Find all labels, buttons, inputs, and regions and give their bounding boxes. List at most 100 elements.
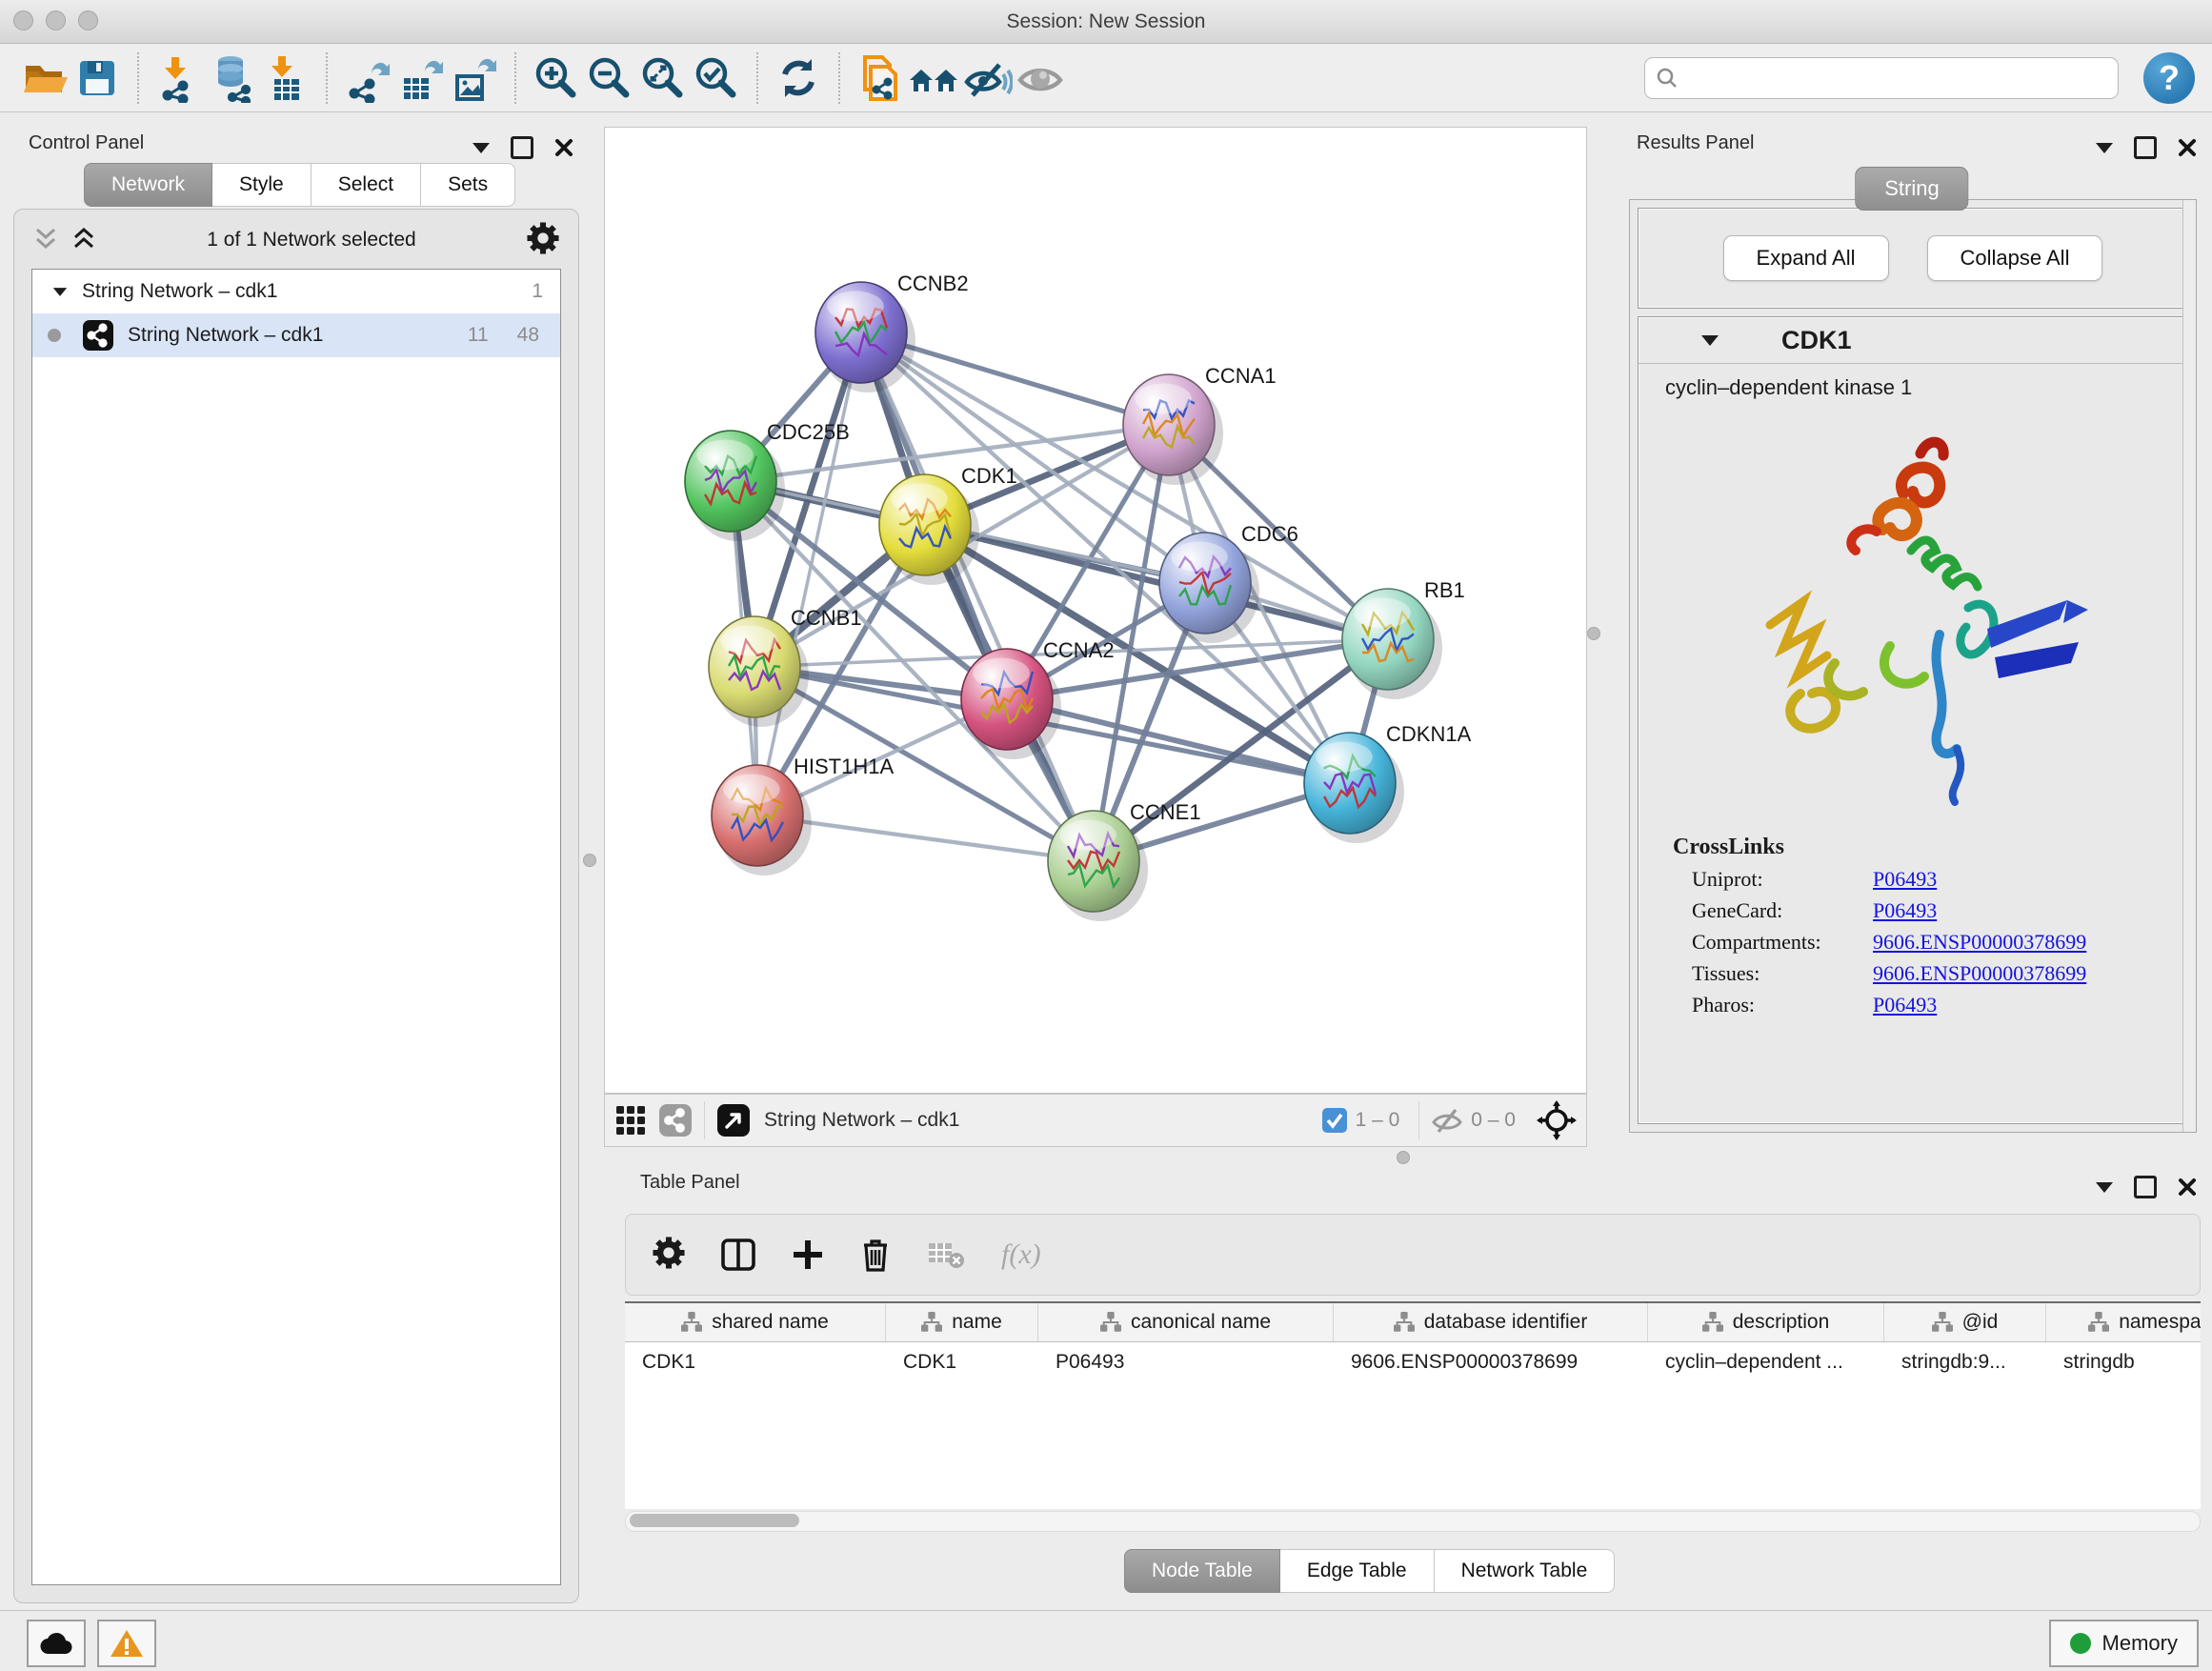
network-options-gear-icon[interactable] (527, 222, 559, 259)
bottom-splitter-handle[interactable] (1397, 1151, 1410, 1164)
hidden-eye-icon[interactable] (1431, 1106, 1463, 1135)
memory-status-dot (2070, 1633, 2091, 1654)
results-tab-string[interactable]: String (1855, 167, 1968, 211)
column-header-name[interactable]: name (886, 1303, 1038, 1341)
tab-sets[interactable]: Sets (421, 163, 515, 207)
network-canvas[interactable]: CCNB2CCNA1CDC25BCDK1CDC6RB1CCNB1CCNA2CDK… (604, 127, 1587, 1094)
table-horizontal-scrollbar[interactable] (625, 1511, 2201, 1532)
panel-menu-icon[interactable] (473, 143, 490, 153)
column-header-shared-name[interactable]: shared name (625, 1303, 886, 1341)
crosslink-link[interactable]: 9606.ENSP00000378699 (1873, 930, 2086, 955)
network-node-CCNA1[interactable]: CCNA1 (1123, 364, 1277, 485)
close-panel-icon[interactable] (554, 138, 573, 157)
network-node-CDC6[interactable]: CDC6 (1159, 522, 1298, 643)
network-share-view-icon[interactable] (658, 1103, 693, 1137)
network-node-CCNB1[interactable]: CCNB1 (709, 606, 862, 727)
show-columns-icon[interactable] (721, 1238, 755, 1271)
column-header-@id[interactable]: @id (1884, 1303, 2046, 1341)
export-image-button[interactable] (448, 51, 501, 105)
memory-button[interactable]: Memory (2049, 1620, 2199, 1667)
expand-all-button[interactable]: Expand All (1723, 235, 1889, 281)
table-cell[interactable]: 9606.ENSP00000378699 (1334, 1342, 1648, 1382)
entry-collapse-icon[interactable] (1701, 335, 1719, 346)
import-network-file-button[interactable] (152, 51, 206, 105)
tab-style[interactable]: Style (212, 163, 312, 207)
grid-view-icon[interactable] (614, 1104, 647, 1137)
table-cell[interactable]: cyclin–dependent ... (1648, 1342, 1884, 1382)
zoom-in-button[interactable] (530, 51, 583, 105)
import-table-button[interactable] (259, 51, 312, 105)
delete-column-icon[interactable] (860, 1238, 891, 1272)
column-header-database-identifier[interactable]: database identifier (1334, 1303, 1648, 1341)
crosslink-link[interactable]: P06493 (1873, 898, 1937, 923)
network-row-selected[interactable]: String Network – cdk1 11 48 (32, 313, 560, 357)
table-options-gear-icon[interactable] (653, 1237, 685, 1274)
float-panel-icon[interactable] (511, 136, 533, 159)
open-session-button[interactable] (17, 51, 70, 105)
cloud-status-button[interactable] (27, 1620, 86, 1667)
birds-eye-view-icon[interactable] (1537, 1100, 1577, 1140)
search-input[interactable] (1679, 60, 2108, 96)
zoom-fit-button[interactable] (636, 51, 690, 105)
close-panel-icon[interactable] (2178, 138, 2197, 157)
table-row[interactable]: CDK1CDK1P064939606.ENSP00000378699cyclin… (625, 1342, 2201, 1382)
collapse-all-icon[interactable] (33, 226, 58, 254)
table-cell[interactable]: stringdb:9... (1884, 1342, 2046, 1382)
panel-menu-icon[interactable] (2096, 1182, 2113, 1193)
table-cell[interactable]: CDK1 (625, 1342, 886, 1382)
network-collection-row[interactable]: String Network – cdk1 1 (32, 270, 560, 313)
hide-selected-button[interactable] (960, 51, 1014, 105)
save-session-button[interactable] (70, 51, 124, 105)
gene-entry-header[interactable]: CDK1 (1639, 317, 2187, 364)
scrollbar-thumb[interactable] (630, 1514, 799, 1527)
table-cell[interactable]: stringdb (2046, 1342, 2201, 1382)
crosslink-row: Uniprot:P06493 (1692, 867, 2187, 892)
export-table-button[interactable] (394, 51, 448, 105)
table-tab-network-table[interactable]: Network Table (1435, 1549, 1616, 1593)
add-column-icon[interactable] (792, 1238, 824, 1271)
crosslink-link[interactable]: P06493 (1873, 993, 1937, 1017)
export-network-button[interactable] (341, 51, 394, 105)
results-scrollbar[interactable] (2182, 200, 2196, 1132)
column-header-namespace[interactable]: namespace (2046, 1303, 2201, 1341)
collapse-all-button[interactable]: Collapse All (1927, 235, 2103, 281)
table-cell[interactable]: CDK1 (886, 1342, 1038, 1382)
expand-all-icon[interactable] (71, 226, 96, 254)
network-node-HIST1H1A[interactable]: HIST1H1A (712, 755, 894, 876)
import-network-database-button[interactable] (206, 51, 259, 105)
float-panel-icon[interactable] (2134, 1176, 2157, 1198)
float-panel-icon[interactable] (2134, 136, 2157, 159)
column-header-canonical-name[interactable]: canonical name (1038, 1303, 1334, 1341)
new-network-from-selection-button[interactable] (854, 51, 907, 105)
zoom-out-button[interactable] (583, 51, 636, 105)
protein-structure-image (1713, 408, 2113, 817)
crosslink-link[interactable]: 9606.ENSP00000378699 (1873, 961, 2086, 986)
warnings-button[interactable] (97, 1620, 156, 1667)
network-node-CDKN1A[interactable]: CDKN1A (1304, 722, 1472, 843)
network-node-CCNA2[interactable]: CCNA2 (961, 638, 1115, 759)
collection-expand-icon[interactable] (53, 288, 67, 296)
zoom-selected-button[interactable] (690, 51, 743, 105)
table-tab-node-table[interactable]: Node Table (1124, 1549, 1280, 1593)
open-in-window-icon[interactable] (716, 1103, 751, 1137)
column-header-description[interactable]: description (1648, 1303, 1884, 1341)
help-button[interactable]: ? (2143, 52, 2195, 104)
network-node-CCNB2[interactable]: CCNB2 (815, 272, 969, 393)
table-tab-edge-table[interactable]: Edge Table (1280, 1549, 1435, 1593)
table-cell[interactable]: P06493 (1038, 1342, 1334, 1382)
right-splitter-handle[interactable] (1587, 627, 1600, 640)
selected-checkbox-icon[interactable] (1321, 1107, 1348, 1134)
tab-network[interactable]: Network (84, 163, 212, 207)
network-node-CCNE1[interactable]: CCNE1 (1048, 800, 1201, 921)
network-graph[interactable]: CCNB2CCNA1CDC25BCDK1CDC6RB1CCNB1CCNA2CDK… (605, 128, 1586, 1093)
network-node-CDC25B[interactable]: CDC25B (685, 420, 850, 541)
first-neighbors-button[interactable] (907, 51, 960, 105)
panel-menu-icon[interactable] (2096, 143, 2113, 153)
crosslink-link[interactable]: P06493 (1873, 867, 1937, 892)
close-panel-icon[interactable] (2178, 1178, 2197, 1197)
show-hidden-button[interactable] (1014, 51, 1067, 105)
left-splitter-handle[interactable] (583, 854, 596, 867)
network-node-RB1[interactable]: RB1 (1342, 578, 1465, 699)
tab-select[interactable]: Select (312, 163, 421, 207)
apply-layout-button[interactable] (772, 51, 825, 105)
